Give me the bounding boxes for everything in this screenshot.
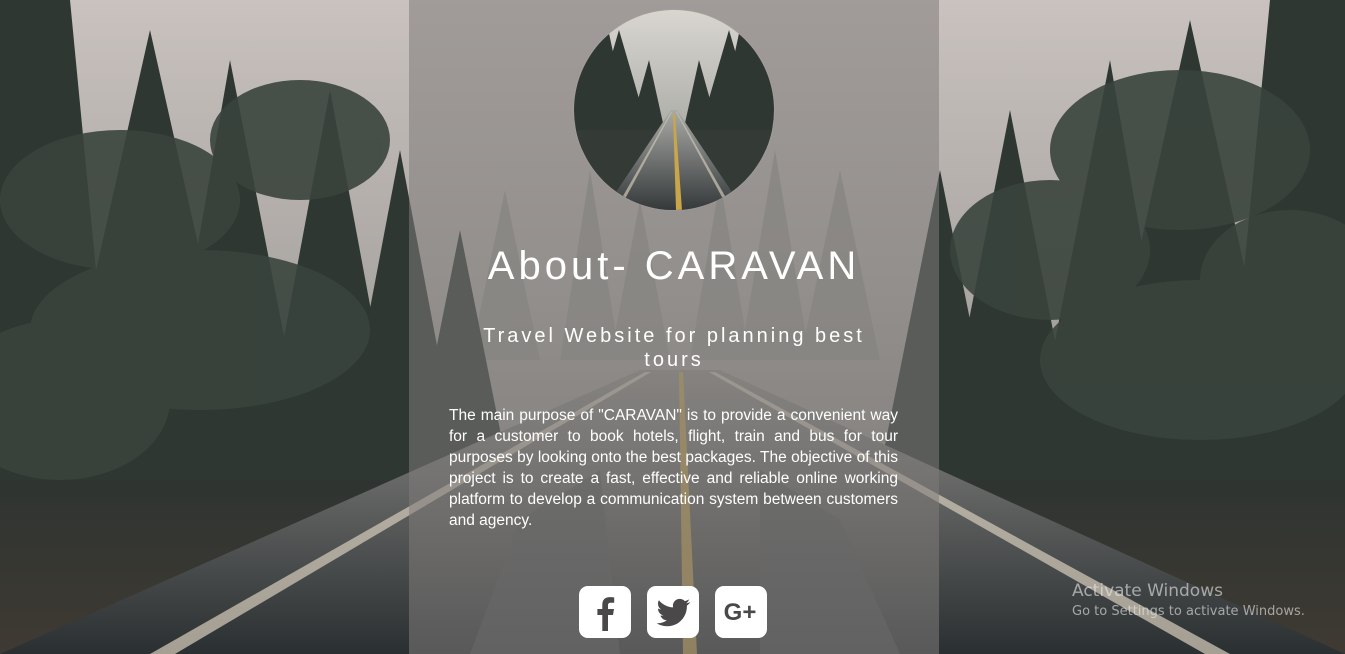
twitter-button[interactable] [647, 586, 699, 638]
about-panel: About- CARAVAN Travel Website for planni… [409, 0, 939, 654]
social-links: G+ [579, 586, 769, 638]
watermark-title: Activate Windows [1072, 581, 1223, 601]
twitter-icon [656, 598, 691, 627]
about-description: The main purpose of "CARAVAN" is to prov… [449, 407, 898, 529]
google-plus-icon: G+ [724, 599, 757, 626]
facebook-button[interactable] [579, 586, 631, 638]
facebook-icon [597, 597, 615, 631]
watermark-subtitle: Go to Settings to activate Windows. [1072, 604, 1305, 619]
page-title: About- CARAVAN [487, 244, 861, 288]
page-subtitle: Travel Website for planning best tours [483, 325, 865, 371]
activate-windows-watermark: Activate Windows Go to Settings to activ… [1072, 580, 1305, 622]
google-plus-button[interactable]: G+ [715, 586, 767, 638]
about-image-road [574, 10, 774, 210]
svg-text:G+: G+ [724, 599, 757, 626]
